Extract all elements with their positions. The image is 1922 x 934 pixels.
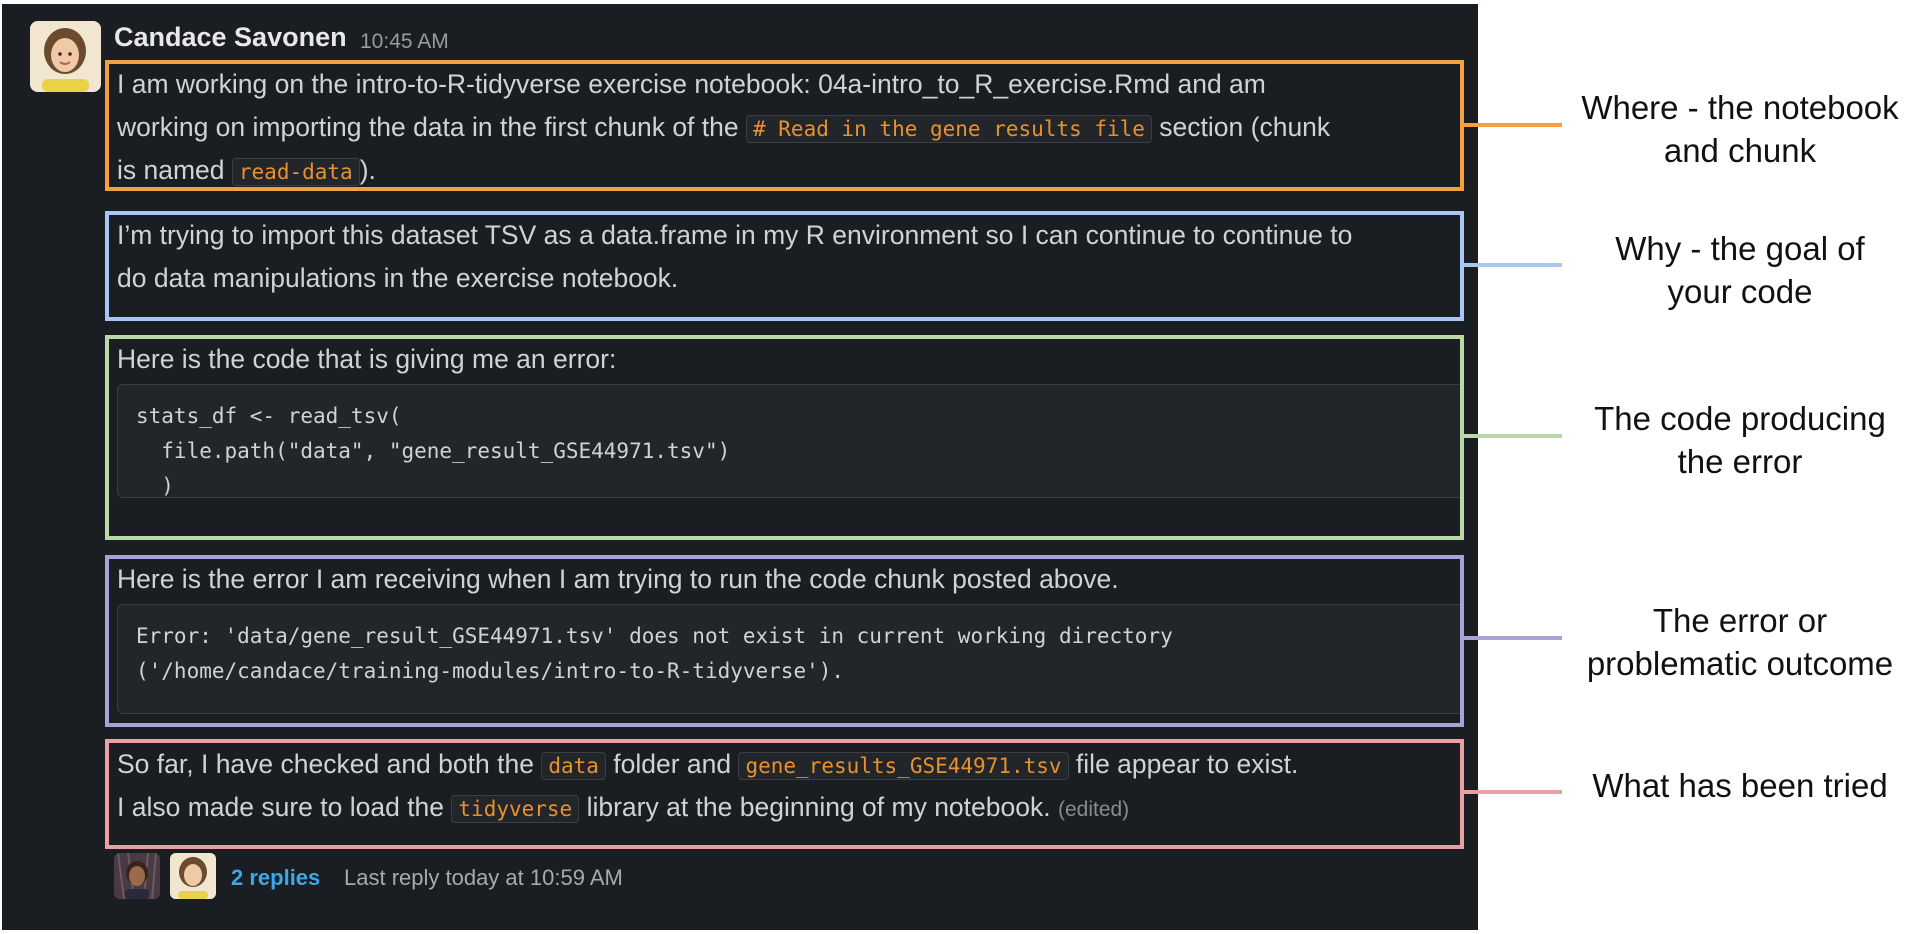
code-annotation-line-1: The code producing [1594, 400, 1886, 437]
code-intro-line: Here is the code that is giving me an er… [117, 344, 617, 374]
why-annotation-line-1: Why - the goal of [1615, 230, 1865, 267]
tried-annotation-line-1: What has been tried [1592, 767, 1888, 804]
reply-avatar-2-icon[interactable] [170, 853, 216, 899]
where-line-1: I am working on the intro-to-R-tidyverse… [117, 69, 1266, 99]
error-annotation-line-1: The error or [1652, 602, 1828, 639]
code-line-3: ) [136, 474, 174, 498]
why-line-2: do data manipulations in the exercise no… [117, 263, 679, 293]
sender-avatar-icon[interactable] [30, 21, 101, 92]
code-intro: Here is the code that is giving me an er… [117, 339, 1460, 381]
reply-avatar-1-icon[interactable] [114, 853, 160, 899]
why-connector-line [1462, 263, 1562, 267]
error-highlight-box: Here is the error I am receiving when I … [105, 555, 1464, 727]
replies-link[interactable]: 2 replies [231, 865, 320, 891]
code-annotation-line-2: the error [1677, 443, 1803, 480]
section-name-code: # Read in the gene results file [746, 115, 1152, 143]
tried-line-1-mid: folder and [605, 749, 739, 779]
code-annotation: The code producing the error [1562, 397, 1918, 483]
why-highlight-box: I’m trying to import this dataset TSV as… [105, 211, 1464, 321]
tried-annotation: What has been tried [1562, 764, 1918, 807]
error-intro: Here is the error I am receiving when I … [117, 559, 1460, 601]
results-file-code: gene_results_GSE44971.tsv [738, 752, 1069, 780]
code-line-2: file.path("data", "gene_result_GSE44971.… [136, 439, 731, 463]
tried-line-1: So far, I have checked and both the data… [117, 743, 1460, 786]
edited-label: (edited) [1057, 798, 1130, 821]
slack-message-panel: Candace Savonen 10:45 AM I am working on… [2, 4, 1478, 930]
code-connector-line [1462, 434, 1562, 438]
error-annotation: The error or problematic outcome [1562, 599, 1918, 685]
code-line-1: stats_df <- read_tsv( [136, 404, 402, 428]
where-line-2: working on importing the data in the fir… [117, 106, 1460, 149]
chunk-name-code: read-data [231, 158, 360, 186]
code-block[interactable]: stats_df <- read_tsv( file.path("data", … [117, 384, 1460, 498]
why-annotation-line-2: your code [1667, 273, 1813, 310]
tried-text: So far, I have checked and both the data… [117, 743, 1460, 829]
where-highlight-box: I am working on the intro-to-R-tidyverse… [105, 60, 1464, 191]
tried-line-1-text: So far, I have checked and both the [117, 749, 542, 779]
where-line-3: is named read-data). [117, 149, 1460, 187]
where-connector-line [1462, 123, 1562, 127]
why-text: I’m trying to import this dataset TSV as… [117, 215, 1460, 300]
error-intro-line: Here is the error I am receiving when I … [117, 564, 1119, 594]
error-block[interactable]: Error: 'data/gene_result_GSE44971.tsv' d… [117, 604, 1460, 714]
where-text: I am working on the intro-to-R-tidyverse… [117, 64, 1460, 187]
tried-line-1-tail: file appear to exist. [1068, 749, 1299, 779]
where-line-2-tail: section (chunk [1151, 112, 1331, 142]
code-highlight-box: Here is the code that is giving me an er… [105, 335, 1464, 540]
sender-name[interactable]: Candace Savonen [114, 22, 347, 53]
error-line-2: ('/home/candace/training-modules/intro-t… [136, 659, 845, 683]
tried-line-2: I also made sure to load the tidyverse l… [117, 786, 1460, 829]
tried-highlight-box: So far, I have checked and both the data… [105, 739, 1464, 849]
tried-line-2-text: I also made sure to load the [117, 792, 452, 822]
message-timestamp[interactable]: 10:45 AM [360, 30, 449, 54]
tidyverse-code: tidyverse [451, 795, 580, 823]
where-line-3-tail: ). [359, 155, 376, 185]
data-folder-code: data [541, 752, 606, 780]
where-annotation-line-1: Where - the notebook [1581, 89, 1899, 126]
where-line-3-text: is named [117, 155, 232, 185]
why-annotation: Why - the goal of your code [1562, 227, 1918, 313]
error-line-1: Error: 'data/gene_result_GSE44971.tsv' d… [136, 624, 1173, 648]
error-connector-line [1462, 636, 1562, 640]
error-annotation-line-2: problematic outcome [1586, 645, 1894, 682]
tried-line-2-tail: library at the beginning of my notebook. [579, 792, 1058, 822]
tried-connector-line [1462, 790, 1562, 794]
where-line-2-text: working on importing the data in the fir… [117, 112, 746, 142]
why-line-1: I’m trying to import this dataset TSV as… [117, 220, 1353, 250]
where-annotation-line-2: and chunk [1663, 132, 1817, 169]
last-reply-text: Last reply today at 10:59 AM [344, 865, 623, 890]
where-annotation: Where - the notebook and chunk [1562, 86, 1918, 172]
